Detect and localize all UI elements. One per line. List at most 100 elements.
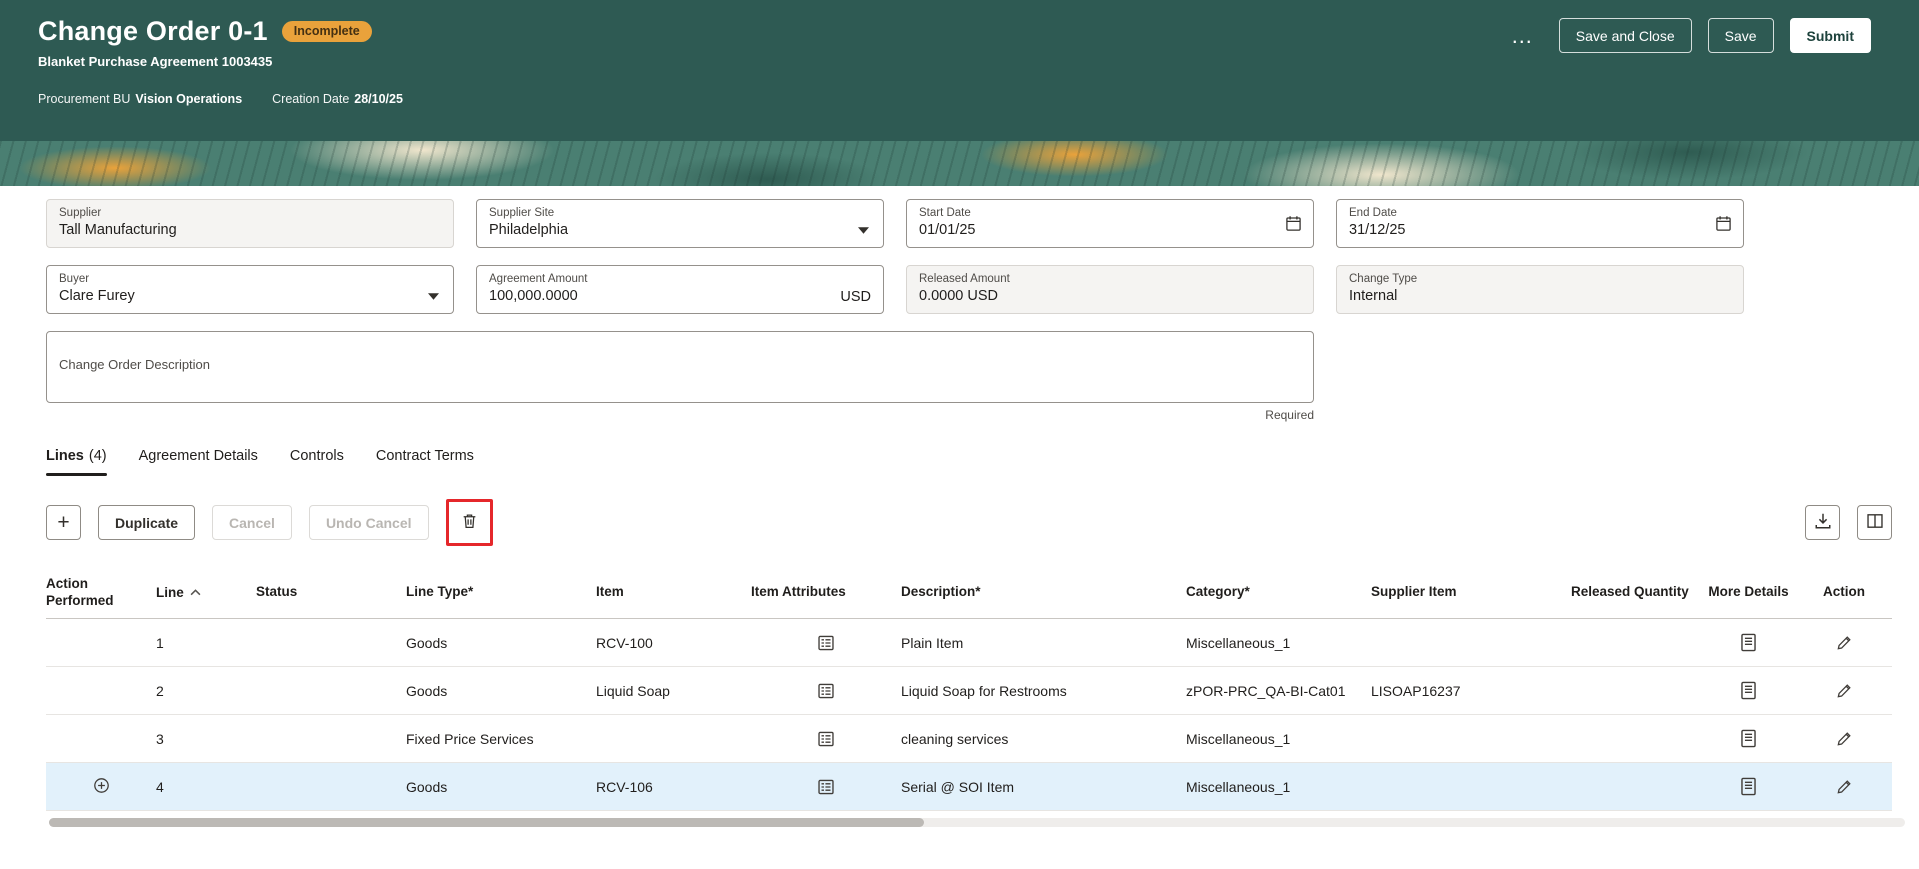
field-value: 01/01/25 (919, 222, 976, 238)
field-value: 100,000.0000 (489, 288, 578, 304)
cell-line: 4 (156, 778, 164, 795)
start-date-field[interactable]: Start Date 01/01/25 (906, 199, 1314, 248)
tab-label: Controls (289, 448, 344, 464)
more-details-icon[interactable] (1740, 729, 1757, 748)
creation-date-value: 28/10/25 (354, 92, 403, 106)
more-details-icon[interactable] (1740, 633, 1757, 652)
item-attributes-icon[interactable] (817, 730, 835, 748)
duplicate-button[interactable]: Duplicate (98, 505, 196, 540)
table-header-row: Action Performed Line Status Line Type* … (46, 567, 1892, 619)
column-header-action-performed[interactable]: Action Performed (46, 576, 156, 610)
table-row-selected[interactable]: 4 Goods RCV-106 Serial @ SOI Item Miscel… (46, 763, 1892, 811)
column-header-supplier-item[interactable]: Supplier Item (1371, 584, 1571, 601)
table-row[interactable]: 3 Fixed Price Services cleaning services… (46, 715, 1892, 763)
more-actions-button[interactable]: … (1503, 18, 1543, 53)
save-button[interactable]: Save (1707, 18, 1774, 53)
column-header-item-attributes[interactable]: Item Attributes (751, 584, 901, 601)
circle-plus-icon (93, 777, 110, 797)
trash-icon (461, 512, 478, 533)
required-hint: Required (1265, 408, 1314, 422)
cancel-button[interactable]: Cancel (212, 505, 292, 540)
supplier-field[interactable]: Supplier Tall Manufacturing (46, 199, 454, 248)
more-details-icon[interactable] (1740, 681, 1757, 700)
change-type-field: Change Type Internal (1336, 265, 1744, 314)
horizontal-scrollbar-track[interactable] (49, 818, 1905, 827)
tab-agreement-details[interactable]: Agreement Details (139, 448, 258, 476)
column-header-item[interactable]: Item (596, 584, 751, 601)
item-attributes-icon[interactable] (817, 634, 835, 652)
lines-table: Action Performed Line Status Line Type* … (46, 567, 1892, 811)
field-label: Change Order Description (59, 357, 211, 372)
add-line-button[interactable]: + (46, 505, 81, 540)
header-meta: Procurement BU Vision Operations Creation… (38, 92, 403, 106)
table-row[interactable]: 2 Goods Liquid Soap Liquid Soap for Rest… (46, 667, 1892, 715)
column-header-description[interactable]: Description* (901, 584, 1186, 601)
manage-columns-button[interactable] (1857, 505, 1892, 540)
column-header-line[interactable]: Line (156, 584, 256, 602)
main-content: Supplier Tall Manufacturing Supplier Sit… (0, 199, 1919, 827)
field-label: End Date (1349, 207, 1397, 219)
supplier-site-field[interactable]: Supplier Site Philadelphia (476, 199, 884, 248)
columns-icon (1866, 512, 1884, 534)
column-header-status[interactable]: Status (256, 584, 406, 601)
tab-count: (4) (88, 448, 107, 464)
change-order-description-field[interactable]: Change Order Description (46, 331, 1314, 403)
procurement-bu: Procurement BU Vision Operations (38, 92, 242, 106)
field-label: Released Amount (919, 273, 1010, 285)
annotation-highlight-box (445, 499, 493, 546)
tab-label: Contract Terms (375, 448, 474, 464)
tab-controls[interactable]: Controls (290, 448, 344, 476)
agreement-amount-field[interactable]: Agreement Amount 100,000.0000 USD (476, 265, 884, 314)
sort-ascending-icon[interactable] (190, 584, 201, 599)
cell-description: Serial @ SOI Item (901, 778, 1015, 795)
undo-cancel-button[interactable]: Undo Cancel (308, 505, 429, 540)
cell-description: Plain Item (901, 634, 964, 651)
cell-item: RCV-106 (596, 778, 653, 795)
column-header-released-quantity[interactable]: Released Quantity (1571, 584, 1701, 601)
item-attributes-icon[interactable] (817, 682, 835, 700)
buyer-field[interactable]: Buyer Clare Furey (46, 265, 454, 314)
column-header-action[interactable]: Action (1796, 584, 1892, 601)
cell-line: 2 (156, 682, 164, 699)
status-badge: Incomplete (281, 21, 372, 42)
currency-suffix: USD (840, 289, 871, 305)
chevron-down-icon[interactable] (858, 221, 869, 239)
header-left: Change Order 0-1 Incomplete Blanket Purc… (38, 16, 403, 141)
table-row[interactable]: 1 Goods RCV-100 Plain Item Miscellaneous… (46, 619, 1892, 667)
cell-supplier-item: LISOAP16237 (1371, 682, 1461, 699)
calendar-icon[interactable] (1715, 215, 1732, 237)
cell-line: 3 (156, 730, 164, 747)
field-label: Agreement Amount (489, 273, 588, 285)
decorative-art-band (0, 141, 1919, 186)
cell-category: zPOR-PRC_QA-BI-Cat01 (1186, 682, 1346, 699)
edit-pencil-icon[interactable] (1836, 682, 1853, 699)
column-header-more-details[interactable]: More Details (1701, 584, 1796, 601)
edit-pencil-icon[interactable] (1836, 730, 1853, 747)
download-icon (1814, 512, 1832, 534)
submit-button[interactable]: Submit (1789, 18, 1871, 53)
field-value: 31/12/25 (1349, 222, 1406, 238)
save-and-close-button[interactable]: Save and Close (1558, 18, 1692, 53)
procurement-bu-value: Vision Operations (135, 92, 243, 106)
horizontal-scrollbar-thumb[interactable] (49, 818, 924, 827)
tab-label: Lines (46, 448, 84, 464)
item-attributes-icon[interactable] (817, 778, 835, 796)
cell-line-type: Goods (406, 682, 448, 699)
cell-description: Liquid Soap for Restrooms (901, 682, 1067, 699)
export-button[interactable] (1805, 505, 1840, 540)
cell-line-type: Goods (406, 634, 448, 651)
tab-lines[interactable]: Lines (4) (46, 448, 107, 476)
calendar-icon[interactable] (1285, 215, 1302, 237)
edit-pencil-icon[interactable] (1836, 634, 1853, 651)
edit-pencil-icon[interactable] (1836, 778, 1853, 795)
delete-button[interactable] (451, 505, 487, 540)
end-date-field[interactable]: End Date 31/12/25 (1336, 199, 1744, 248)
tab-contract-terms[interactable]: Contract Terms (376, 448, 474, 476)
released-amount-field: Released Amount 0.0000 USD (906, 265, 1314, 314)
column-header-line-type[interactable]: Line Type* (406, 584, 596, 601)
column-header-category[interactable]: Category* (1186, 584, 1371, 601)
field-value: Tall Manufacturing (59, 222, 177, 238)
page-title: Change Order 0-1 (38, 16, 268, 46)
more-details-icon[interactable] (1740, 777, 1757, 796)
chevron-down-icon[interactable] (428, 287, 439, 305)
